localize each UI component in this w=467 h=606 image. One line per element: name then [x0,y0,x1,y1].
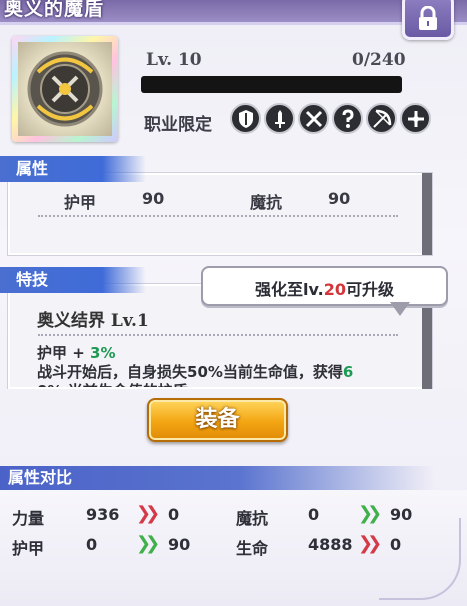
divider [38,215,398,217]
class-restriction-label: 职业限定 [144,115,212,135]
compare-new-armor: 90 [168,535,191,554]
compare-label-hp: 生命 [236,539,269,558]
title-bar: 奥义的魔盾 [0,0,467,25]
armor-label: 护甲 [64,193,97,212]
decrease-arrow-icon: ❯❯ [358,533,382,554]
compare-current-hp: 4888 [308,535,353,554]
skill-bonus: 护甲 + 3% [37,344,116,362]
upgrade-tooltip: 强化至lv.20可升级 [201,266,448,306]
bow-icon [366,103,397,134]
skill-description: 战斗开始后，自身损失50%当前生命值，获得6 [37,363,354,381]
exp-progress-bar [141,76,402,93]
lock-button[interactable] [402,0,454,40]
required-level: 20 [323,280,346,299]
panel-edge-shade [422,173,432,255]
compare-current-armor: 0 [86,535,98,554]
armor-value: 90 [142,189,165,208]
level-label: Lv. 10 [146,50,202,70]
magic-resist-label: 魔抗 [250,193,283,212]
compare-label-armor: 护甲 [12,539,45,558]
increase-arrow-icon: ❯❯ [136,533,160,554]
compare-label-strength: 力量 [12,509,45,528]
compare-section-title: 属性对比 [0,466,434,490]
compare-new-hp: 0 [390,535,402,554]
item-title: 奥义的魔盾 [4,0,105,20]
compare-label-magic-resist: 魔抗 [236,509,269,528]
compare-current-strength: 936 [86,505,120,524]
item-icon-frame[interactable] [12,36,118,142]
crossed-swords-icon [298,103,329,134]
class-icon-list [230,103,431,134]
exp-counter: 0/240 [352,50,406,70]
attributes-panel [7,172,433,256]
skill-name: 奥义结界 Lv.1 [37,311,149,331]
shield-icon [230,103,261,134]
attributes-section-title: 属性 [0,156,146,182]
compare-new-magic-resist: 90 [390,505,413,524]
compare-current-magic-resist: 0 [308,505,320,524]
sword-icon [264,103,295,134]
increase-arrow-icon: ❯❯ [358,503,382,524]
lock-icon [419,6,437,30]
question-mark-icon [332,103,363,134]
magic-shield-icon [18,42,112,136]
cross-icon [400,103,431,134]
divider [38,334,398,336]
corner-decoration [379,518,461,600]
equipment-detail-window: 奥义的魔盾 Lv. 10 0/240 职业限定 属性 护甲 90 魔抗 90 特… [0,0,467,606]
magic-resist-value: 90 [328,189,351,208]
skill-description-cont: 0% 当前生命值的护盾 [37,380,188,387]
tooltip-tail [390,302,410,316]
equip-button[interactable]: 装备 [147,398,288,442]
upgrade-tooltip-text: 强化至lv.20可升级 [255,280,394,299]
decrease-arrow-icon: ❯❯ [136,503,160,524]
compare-new-strength: 0 [168,505,180,524]
skill-section-title: 特技 [0,267,146,293]
